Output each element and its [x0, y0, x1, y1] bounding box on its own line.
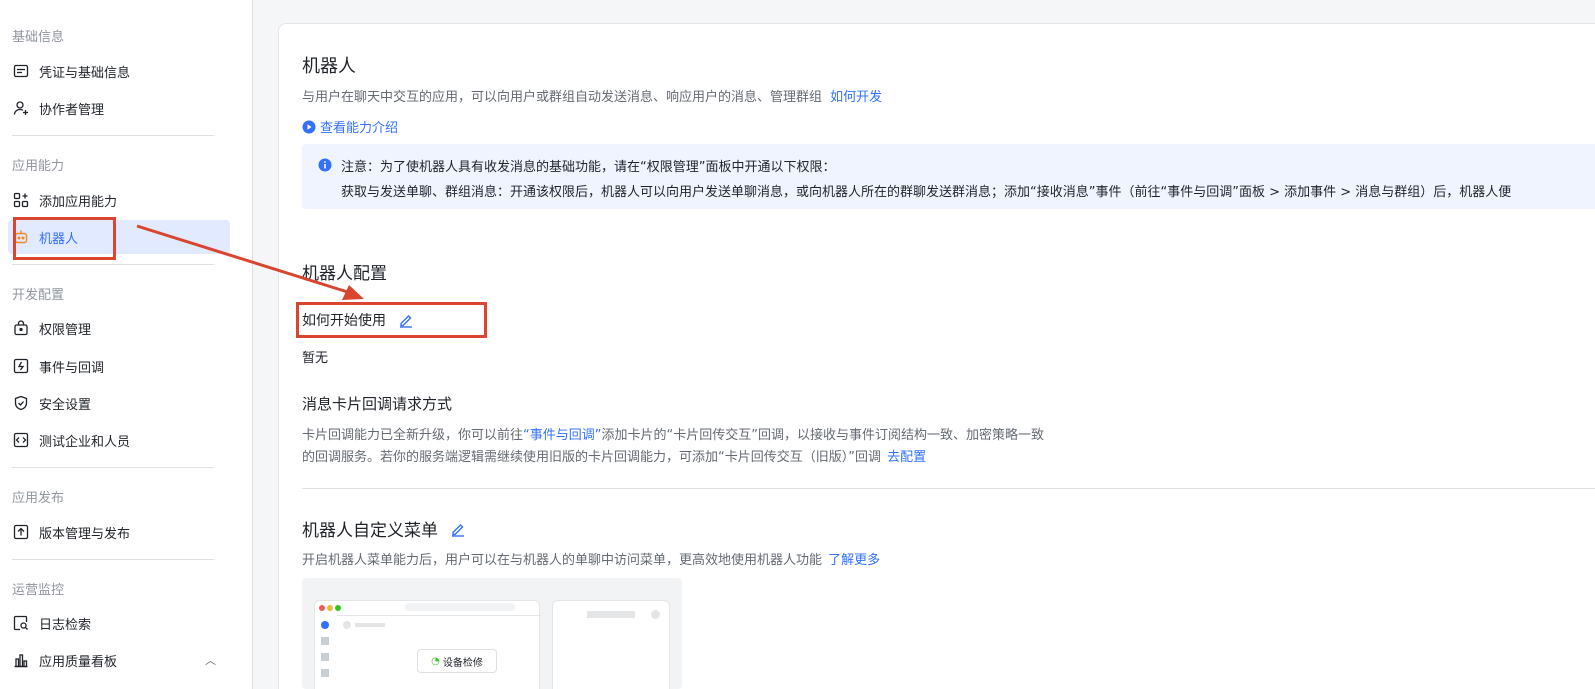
annotation-arrow — [136, 224, 364, 300]
